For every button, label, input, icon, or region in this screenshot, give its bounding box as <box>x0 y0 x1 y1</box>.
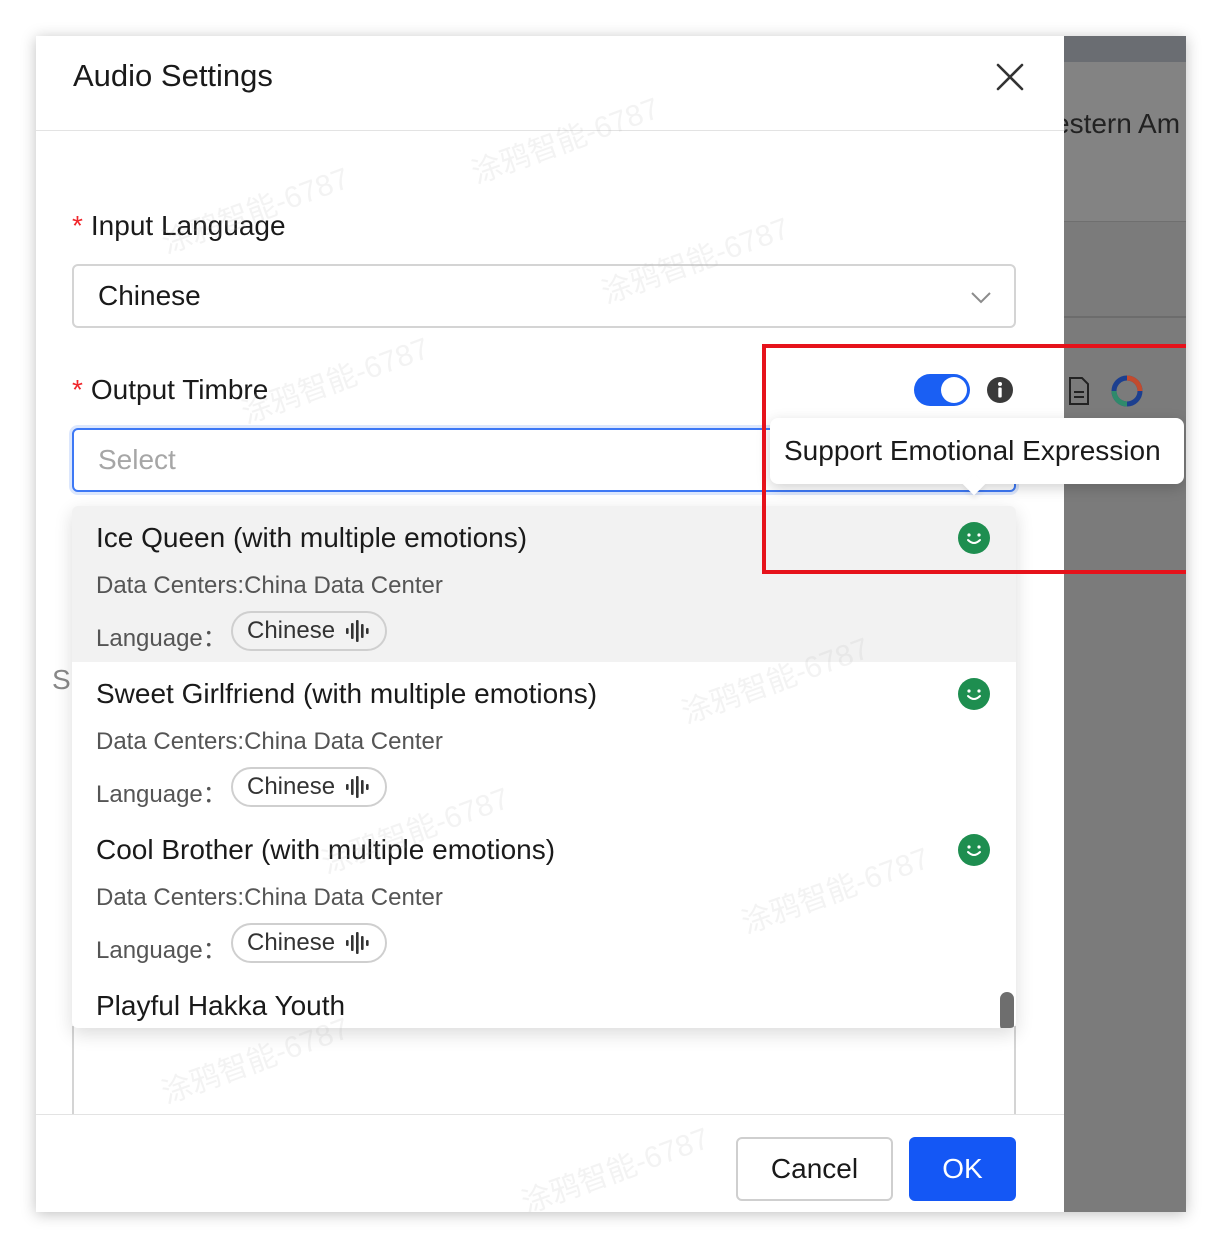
dialog-header: Audio Settings <box>36 36 1064 131</box>
document-icon <box>1069 377 1089 405</box>
audio-wave-icon <box>346 932 369 954</box>
timbre-option[interactable]: Sweet Girlfriend (with multiple emotions… <box>72 662 1016 818</box>
option-data-center: Data Centers:China Data Center <box>96 572 443 599</box>
background-topbar <box>1064 36 1186 62</box>
close-icon[interactable] <box>991 58 1029 96</box>
background-divider <box>1064 316 1186 318</box>
audio-settings-dialog: Audio Settings * Input Language Chinese *… <box>36 36 1064 1212</box>
input-language-value: Chinese <box>98 280 201 311</box>
ok-button[interactable]: OK <box>909 1137 1016 1201</box>
option-title: Sweet Girlfriend (with multiple emotions… <box>96 678 598 709</box>
timbre-dropdown: Ice Queen (with multiple emotions) Data … <box>72 506 1016 1028</box>
smile-icon <box>958 834 990 866</box>
smile-icon <box>958 522 990 554</box>
option-title: Playful Hakka Youth <box>96 990 346 1021</box>
dialog-footer: Cancel OK <box>36 1114 1064 1212</box>
input-language-select[interactable]: Chinese <box>72 264 1016 328</box>
cancel-button[interactable]: Cancel <box>736 1137 893 1201</box>
required-mark: * <box>72 210 83 241</box>
output-timbre-label: * Output Timbre <box>72 374 268 406</box>
chevron-down-icon <box>971 292 991 304</box>
background-text: estern Am <box>1054 108 1181 139</box>
textarea-field[interactable] <box>72 1026 1016 1116</box>
option-language-label: Language： <box>96 937 227 964</box>
option-data-center: Data Centers:China Data Center <box>96 728 443 755</box>
background-app: estern Am <box>1054 36 1186 1212</box>
language-tag[interactable]: Chinese <box>231 767 388 807</box>
dialog-title: Audio Settings <box>73 58 273 93</box>
input-language-label-text: Input Language <box>90 210 286 241</box>
audio-wave-icon <box>346 776 369 798</box>
background-card: estern Am <box>1054 62 1186 222</box>
dropdown-scrollbar[interactable] <box>1000 992 1014 1028</box>
hidden-field-label: S <box>52 664 71 695</box>
option-language-label: Language： <box>96 781 227 808</box>
info-icon[interactable] <box>986 376 1014 404</box>
emotion-toggle[interactable] <box>914 374 970 406</box>
language-tag-text: Chinese <box>247 617 336 644</box>
output-timbre-placeholder: Select <box>98 444 176 475</box>
output-timbre-label-text: Output Timbre <box>90 374 269 405</box>
timbre-option[interactable]: Cool Brother (with multiple emotions) Da… <box>72 818 1016 974</box>
timbre-option[interactable]: Playful Hakka Youth <box>72 974 1016 1028</box>
language-tag-text: Chinese <box>247 773 336 800</box>
emotion-tooltip: Support Emotional Expression <box>770 418 1184 496</box>
language-tag[interactable]: Chinese <box>231 611 388 651</box>
option-language-label: Language： <box>96 625 227 652</box>
app-logo-icon <box>1111 375 1143 407</box>
timbre-option[interactable]: Ice Queen (with multiple emotions) Data … <box>72 506 1016 662</box>
language-tag[interactable]: Chinese <box>231 923 388 963</box>
required-mark: * <box>72 374 83 405</box>
option-title: Cool Brother (with multiple emotions) <box>96 834 556 865</box>
option-data-center: Data Centers:China Data Center <box>96 884 443 911</box>
input-language-label: * Input Language <box>72 210 286 242</box>
option-title: Ice Queen (with multiple emotions) <box>96 522 528 553</box>
app-window: estern Am Audio Settings * Input Language… <box>36 36 1186 1212</box>
language-tag-text: Chinese <box>247 929 336 956</box>
toggle-knob <box>941 377 967 403</box>
smile-icon <box>958 678 990 710</box>
audio-wave-icon <box>346 620 369 642</box>
tooltip-text: Support Emotional Expression <box>784 435 1161 466</box>
